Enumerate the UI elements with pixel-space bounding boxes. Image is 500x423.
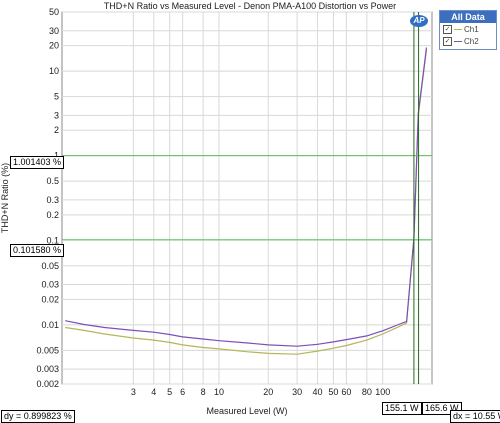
y-tick-label: 0.005 — [36, 345, 59, 355]
y-tick-label: 0.002 — [36, 379, 59, 389]
x-tick-label: 4 — [151, 387, 156, 397]
y-tick-label: 0.01 — [41, 320, 59, 330]
swatch-ch1 — [454, 28, 462, 30]
ap-logo: AP — [410, 15, 428, 27]
x-tick-label: 3 — [131, 387, 136, 397]
y-tick-label: 5 — [54, 92, 59, 102]
dy-readout: dy = 0.899823 % — [1, 410, 75, 423]
y-tick-label: 3 — [54, 110, 59, 120]
y-axis-ticks: 5030201053210.50.30.20.10.050.030.020.01… — [36, 7, 59, 389]
chart-window: THD+N Ratio vs Measured Level - Denon PM… — [0, 0, 500, 423]
checkbox-ch1[interactable]: ✓ — [443, 24, 452, 34]
y-tick-label: 0.003 — [36, 364, 59, 374]
x-axis-ticks: 3 4 5 6 8 10 20 30 40 50 60 80 100 — [131, 387, 390, 397]
x-tick-label: 40 — [313, 387, 323, 397]
legend-item-ch2[interactable]: ✓ Ch2 — [440, 35, 496, 47]
dx-readout: dx = 10.55 W — [450, 410, 500, 423]
x-tick-label: 50 — [328, 387, 338, 397]
y-tick-label: 0.02 — [41, 294, 59, 304]
x-tick-label: 30 — [292, 387, 302, 397]
y-tick-label: 0.03 — [41, 280, 59, 290]
legend-label-ch1: Ch1 — [464, 24, 479, 34]
legend-item-ch1[interactable]: ✓ Ch1 — [440, 23, 496, 35]
x-tick-label: 20 — [263, 387, 273, 397]
y-tick-label: 0.05 — [41, 261, 59, 271]
y-axis-label: THD+N Ratio (%) — [0, 163, 10, 233]
y-tick-label: 30 — [49, 26, 59, 36]
y-tick-label: 2 — [54, 125, 59, 135]
checkbox-ch2[interactable]: ✓ — [443, 36, 452, 46]
legend[interactable]: All Data ✓ Ch1 ✓ Ch2 — [439, 10, 497, 50]
swatch-ch2 — [454, 40, 462, 42]
y-tick-label: 0.5 — [46, 176, 59, 186]
cursor-x1-readout[interactable]: 155.1 W — [382, 402, 422, 415]
x-tick-label: 60 — [341, 387, 351, 397]
x-tick-label: 10 — [214, 387, 224, 397]
y-tick-label: 10 — [49, 66, 59, 76]
x-axis-label: Measured Level (W) — [206, 406, 287, 416]
y-tick-label: 0.2 — [46, 210, 59, 220]
cursor-y1-readout[interactable]: 1.001403 % — [10, 156, 65, 169]
x-tick-label: 8 — [201, 387, 206, 397]
x-tick-label: 80 — [362, 387, 372, 397]
legend-label-ch2: Ch2 — [464, 36, 479, 46]
y-tick-label: 20 — [49, 41, 59, 51]
plot-area — [61, 11, 433, 385]
y-tick-label: 0.3 — [46, 195, 59, 205]
chart-title: THD+N Ratio vs Measured Level - Denon PM… — [104, 1, 396, 11]
x-tick-label: 100 — [375, 387, 390, 397]
x-tick-label: 5 — [167, 387, 172, 397]
x-tick-label: 6 — [180, 387, 185, 397]
cursor-y2-readout[interactable]: 0.101580 % — [10, 244, 65, 257]
legend-title: All Data — [440, 11, 496, 23]
thdn-chart: THD+N Ratio vs Measured Level - Denon PM… — [0, 1, 433, 416]
y-tick-label: 50 — [49, 7, 59, 17]
